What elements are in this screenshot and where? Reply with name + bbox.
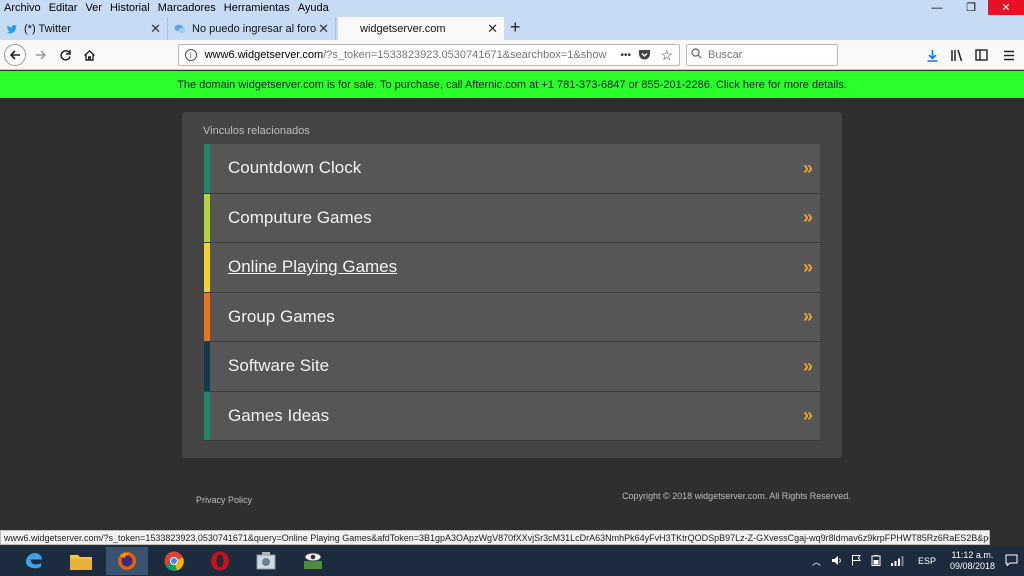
related-link-countdown-clock[interactable]: Countdown Clock »	[204, 144, 820, 194]
pocket-icon[interactable]	[638, 49, 651, 64]
menu-bar: Archivo Editar Ver Historial Marcadores …	[0, 0, 1024, 15]
tab-title: No puedo ingresar al foro	[192, 22, 317, 35]
double-chevron-icon: »	[802, 355, 813, 376]
link-label: Computure Games	[228, 207, 372, 227]
accent-bar	[204, 342, 210, 391]
search-icon	[691, 48, 702, 62]
back-arrow-icon	[9, 50, 20, 60]
accent-bar	[204, 144, 210, 193]
navigation-bar: i www6.widgetserver.com /?s_token=153382…	[0, 40, 1024, 70]
menu-ver[interactable]: Ver	[81, 2, 106, 14]
tab-foro[interactable]: No puedo ingresar al foro ✕	[168, 17, 336, 40]
related-link-online-playing-games[interactable]: Online Playing Games »	[204, 243, 820, 293]
double-chevron-icon: »	[802, 157, 813, 178]
tab-twitter[interactable]: (*) Twitter ✕	[0, 17, 168, 40]
tray-chevron-up-icon[interactable]: ︿	[812, 555, 821, 568]
menu-button[interactable]	[998, 44, 1020, 66]
double-chevron-icon: »	[802, 207, 813, 228]
url-bar[interactable]: i www6.widgetserver.com /?s_token=153382…	[178, 44, 680, 66]
double-chevron-icon: »	[802, 306, 813, 327]
system-tray: ︿ ESP 11:12 a.m. 09/08/2018	[812, 546, 1024, 576]
search-box[interactable]: Buscar	[686, 44, 838, 66]
taskbar-file-explorer-icon[interactable]	[61, 547, 101, 575]
related-link-computure-games[interactable]: Computure Games »	[204, 193, 820, 243]
language-indicator[interactable]: ESP	[918, 556, 936, 566]
menu-herramientas[interactable]: Herramientas	[220, 2, 294, 14]
url-host: www6.widgetserver.com	[204, 49, 324, 61]
home-button[interactable]	[78, 44, 100, 66]
link-label: Games Ideas	[228, 405, 330, 425]
back-button[interactable]	[4, 44, 26, 66]
hamburger-icon	[1004, 50, 1014, 60]
close-tab-icon[interactable]: ✕	[150, 21, 161, 37]
home-icon	[83, 49, 95, 61]
tab-title: (*) Twitter	[24, 22, 71, 35]
tab-title: widgetserver.com	[360, 22, 446, 35]
sidebar-button[interactable]	[970, 44, 992, 66]
copyright-text: Copyright © 2018 widgetserver.com. All R…	[622, 491, 851, 501]
taskbar-edge-icon[interactable]	[14, 547, 54, 575]
accent-bar	[204, 292, 210, 341]
reload-button[interactable]	[54, 44, 76, 66]
related-links-list: Countdown Clock » Computure Games » Onli…	[204, 144, 820, 441]
network-signal-icon[interactable]	[890, 555, 904, 568]
restore-button[interactable]: ❐	[954, 0, 988, 15]
status-bar-url: www6.widgetserver.com/?s_token=153382392…	[0, 530, 990, 545]
privacy-policy-link[interactable]: Privacy Policy	[196, 495, 252, 505]
forward-button[interactable]	[30, 44, 52, 66]
sidebar-icon	[974, 49, 988, 61]
link-label: Software Site	[228, 356, 330, 376]
taskbar-chrome-icon[interactable]	[154, 547, 194, 575]
taskbar-camera-app-icon[interactable]	[246, 547, 286, 575]
page-actions-icon[interactable]: •••	[620, 50, 631, 61]
menu-ayuda[interactable]: Ayuda	[294, 2, 333, 14]
menu-editar[interactable]: Editar	[45, 2, 82, 14]
close-tab-icon[interactable]: ✕	[318, 21, 329, 37]
link-label: Countdown Clock	[228, 158, 362, 178]
taskbar-firefox-icon[interactable]	[106, 547, 148, 575]
chat-bubbles-icon	[174, 23, 186, 35]
info-icon[interactable]: i	[185, 49, 197, 61]
new-tab-button[interactable]: +	[510, 17, 521, 38]
downloads-button[interactable]	[921, 44, 943, 66]
taskbar-clock[interactable]: 11:12 a.m. 09/08/2018	[950, 550, 995, 572]
close-window-button[interactable]: ✕	[988, 0, 1024, 15]
panel-title: Vinculos relacionados	[203, 125, 310, 137]
taskbar-opera-icon[interactable]	[200, 547, 240, 575]
library-icon	[951, 49, 963, 61]
download-icon	[927, 49, 937, 62]
menu-historial[interactable]: Historial	[106, 2, 154, 14]
reload-icon	[59, 49, 71, 61]
related-link-software-site[interactable]: Software Site »	[204, 342, 820, 392]
link-label: Group Games	[228, 306, 335, 326]
double-chevron-icon: »	[802, 405, 813, 426]
accent-bar	[204, 193, 210, 242]
minimize-button[interactable]: —	[920, 0, 954, 15]
menu-archivo[interactable]: Archivo	[0, 2, 45, 14]
accent-bar	[204, 243, 210, 292]
related-links-panel: Vinculos relacionados Countdown Clock » …	[182, 112, 842, 458]
twitter-icon	[6, 23, 18, 35]
battery-icon[interactable]	[870, 554, 882, 568]
accent-bar	[204, 391, 210, 440]
double-chevron-icon: »	[802, 256, 813, 277]
close-tab-icon[interactable]: ✕	[487, 21, 498, 37]
bookmark-star-icon[interactable]: ☆	[660, 47, 673, 64]
tab-widgetserver[interactable]: widgetserver.com ✕	[338, 17, 504, 40]
flag-icon[interactable]	[851, 554, 862, 568]
clock-date: 09/08/2018	[949, 561, 995, 571]
forward-arrow-icon	[36, 50, 47, 60]
taskbar-viewer-app-icon[interactable]	[293, 547, 333, 575]
notifications-icon[interactable]	[1005, 554, 1018, 568]
clock-time: 11:12 a.m.	[951, 550, 994, 560]
volume-icon[interactable]	[831, 555, 843, 568]
related-link-group-games[interactable]: Group Games »	[204, 292, 820, 342]
library-button[interactable]	[946, 44, 968, 66]
related-link-games-ideas[interactable]: Games Ideas »	[204, 391, 820, 441]
menu-marcadores[interactable]: Marcadores	[154, 2, 220, 14]
search-placeholder: Buscar	[708, 49, 743, 61]
link-label: Online Playing Games	[228, 257, 398, 277]
domain-sale-banner[interactable]: The domain widgetserver.com is for sale.…	[0, 71, 1024, 98]
windows-taskbar: ︿ ESP 11:12 a.m. 09/08/2018	[0, 546, 1024, 576]
